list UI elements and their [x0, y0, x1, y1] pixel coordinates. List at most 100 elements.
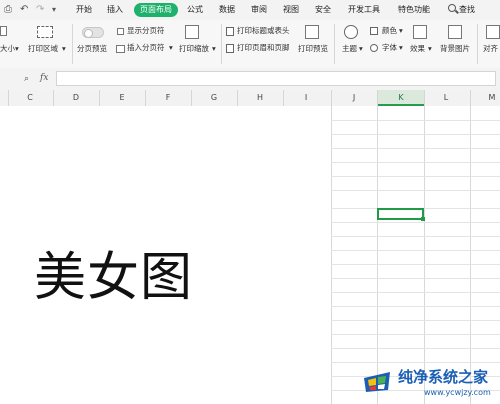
- colors-dropdown-icon[interactable]: ▾: [399, 26, 403, 36]
- show-page-break-checkbox[interactable]: [117, 28, 124, 35]
- tab-review[interactable]: 审阅: [251, 5, 267, 15]
- background-image-button[interactable]: 背景图片: [440, 44, 470, 54]
- row-gridline: [331, 250, 500, 251]
- print-titles-icon[interactable]: [226, 27, 234, 36]
- effects-icon[interactable]: [413, 25, 427, 39]
- zoom-icon[interactable]: ⌕: [24, 73, 29, 85]
- undo-icon[interactable]: ↶: [20, 4, 28, 16]
- menu-bar: ⎙ ↶ ↷ ▾ 开始 插入 页面布局 公式 数据 审阅 视图 安全 开发工具 特…: [0, 0, 500, 20]
- page-break-preview-label[interactable]: 分页预览: [77, 44, 107, 54]
- row-gridline: [331, 320, 500, 321]
- row-gridline: [331, 148, 500, 149]
- print-preview-button[interactable]: 打印预览: [298, 44, 328, 54]
- tab-formulas[interactable]: 公式: [187, 5, 203, 15]
- column-divider: [283, 90, 284, 106]
- column-gridline: [424, 106, 425, 404]
- tab-data[interactable]: 数据: [219, 5, 235, 15]
- column-header-d[interactable]: D: [70, 93, 82, 103]
- row-gridline: [331, 222, 500, 223]
- formula-input[interactable]: [56, 71, 496, 86]
- print-header-footer-icon[interactable]: [226, 44, 234, 53]
- row-gridline: [331, 176, 500, 177]
- fonts-icon[interactable]: [370, 44, 378, 52]
- print-scale-dropdown-icon[interactable]: ▾: [212, 44, 216, 54]
- size-button[interactable]: 大小: [0, 44, 15, 54]
- selected-cell[interactable]: [377, 208, 424, 220]
- column-header-l[interactable]: L: [440, 93, 452, 103]
- fx-label[interactable]: fx: [40, 73, 48, 83]
- row-gridline: [331, 190, 500, 191]
- formula-bar: ⌕ fx: [0, 68, 500, 91]
- sheet-big-text[interactable]: 美女图: [34, 248, 193, 308]
- print-header-footer-button[interactable]: 打印页眉和页脚: [237, 43, 290, 53]
- insert-page-break-dropdown-icon[interactable]: ▾: [169, 43, 173, 53]
- print-area-button[interactable]: 打印区域: [28, 44, 58, 54]
- separator: [221, 24, 222, 64]
- row-gridline: [331, 120, 500, 121]
- row-gridline: [331, 334, 500, 335]
- row-gridline: [331, 278, 500, 279]
- tab-home[interactable]: 开始: [76, 5, 92, 15]
- column-header-m[interactable]: M: [486, 93, 498, 103]
- print-preview-ribbon-icon[interactable]: [305, 25, 319, 39]
- tab-special-features[interactable]: 特色功能: [398, 5, 430, 15]
- print-area-dropdown-icon[interactable]: ▾: [62, 44, 66, 54]
- separator: [72, 24, 73, 64]
- print-area-icon[interactable]: [37, 26, 53, 38]
- redo-icon[interactable]: ↷: [36, 4, 44, 16]
- column-header-f[interactable]: F: [162, 93, 174, 103]
- tab-view[interactable]: 视图: [283, 5, 299, 15]
- column-gridline: [377, 106, 378, 404]
- column-header-g[interactable]: G: [208, 93, 220, 103]
- tab-insert[interactable]: 插入: [107, 5, 123, 15]
- insert-page-break-icon[interactable]: [116, 45, 125, 53]
- column-header-row: C D E F G H I J K L M: [0, 90, 500, 107]
- search-icon[interactable]: [448, 4, 456, 12]
- print-scale-button[interactable]: 打印缩放: [179, 44, 209, 54]
- print-preview-icon[interactable]: ⎙: [4, 4, 12, 16]
- column-gridline: [470, 106, 471, 404]
- column-header-c[interactable]: C: [24, 93, 36, 103]
- watermark-logo-icon: [364, 372, 390, 392]
- effects-dropdown-icon[interactable]: ▾: [428, 44, 432, 54]
- print-titles-button[interactable]: 打印标题或表头: [237, 26, 290, 36]
- row-gridline: [331, 162, 500, 163]
- effects-button[interactable]: 效果: [410, 44, 425, 54]
- print-scale-icon[interactable]: [185, 25, 199, 39]
- column-header-k[interactable]: K: [395, 93, 407, 103]
- fonts-button[interactable]: 字体: [382, 43, 397, 53]
- background-image-icon[interactable]: [448, 25, 462, 39]
- row-gridline: [331, 362, 500, 363]
- column-divider: [237, 90, 238, 106]
- theme-dropdown-icon[interactable]: ▾: [359, 44, 363, 54]
- column-header-h[interactable]: H: [254, 93, 266, 103]
- column-divider: [424, 90, 425, 106]
- separator: [334, 24, 335, 64]
- search-label[interactable]: 查找: [459, 5, 475, 15]
- insert-page-break-button[interactable]: 插入分页符: [127, 43, 165, 53]
- column-header-e[interactable]: E: [116, 93, 128, 103]
- fill-handle[interactable]: [421, 217, 425, 221]
- column-header-j[interactable]: J: [348, 93, 360, 103]
- colors-button[interactable]: 颜色: [382, 26, 397, 36]
- theme-button[interactable]: 主题: [342, 44, 357, 54]
- tab-security[interactable]: 安全: [315, 5, 331, 15]
- more-icon[interactable]: ▾: [52, 4, 56, 16]
- fonts-dropdown-icon[interactable]: ▾: [399, 43, 403, 53]
- colors-icon[interactable]: [370, 27, 378, 35]
- toggle-knob: [84, 29, 93, 38]
- align-icon[interactable]: [486, 25, 500, 39]
- row-gridline: [331, 264, 500, 265]
- ribbon: 大小 ▾ 打印区域 ▾ 分页预览 显示分页符 插入分页符 ▾ 打印缩放 ▾ 打印…: [0, 20, 500, 69]
- align-button[interactable]: 对齐: [483, 44, 498, 54]
- separator: [477, 24, 478, 64]
- page-break-preview-toggle[interactable]: [82, 27, 104, 38]
- page-size-icon[interactable]: [0, 26, 7, 36]
- theme-icon[interactable]: [344, 25, 358, 39]
- size-dropdown-icon[interactable]: ▾: [15, 44, 19, 54]
- tab-developer[interactable]: 开发工具: [348, 5, 380, 15]
- watermark-title: 纯净系统之家: [398, 368, 489, 386]
- show-page-break-label[interactable]: 显示分页符: [127, 26, 165, 36]
- column-header-i[interactable]: I: [300, 93, 312, 103]
- tab-page-layout[interactable]: 页面布局: [134, 3, 178, 17]
